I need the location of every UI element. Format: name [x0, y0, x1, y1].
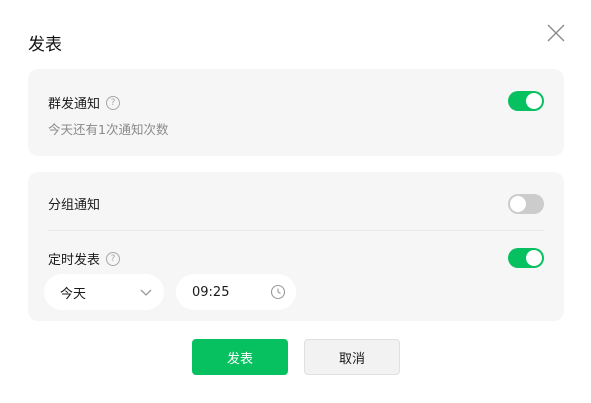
- publish-dialog: 发表 群发通知 ? 今天还有1次通知次数 分组通知 定时发表 ? 今天 09:2…: [0, 0, 591, 403]
- group-notify-card: 群发通知 ? 今天还有1次通知次数: [28, 69, 564, 156]
- group-notify-label: 群发通知: [48, 97, 101, 112]
- day-select[interactable]: 今天: [44, 274, 164, 310]
- time-picker[interactable]: 09:25: [176, 274, 296, 310]
- publish-options-card: 分组通知 定时发表 ? 今天 09:25: [28, 172, 564, 321]
- grouped-notify-toggle[interactable]: [508, 194, 544, 214]
- toggle-knob: [526, 250, 542, 266]
- scheduled-publish-toggle[interactable]: [508, 248, 544, 268]
- toggle-knob: [510, 196, 526, 212]
- grouped-notify-row: 分组通知: [48, 194, 100, 213]
- scheduled-publish-label: 定时发表: [48, 253, 101, 268]
- group-notify-row: 群发通知 ?: [48, 93, 121, 112]
- close-icon[interactable]: [544, 21, 568, 45]
- divider: [48, 230, 544, 231]
- toggle-knob: [526, 93, 542, 109]
- chevron-down-icon: [138, 284, 154, 300]
- day-select-value: 今天: [60, 286, 87, 302]
- publish-button[interactable]: 发表: [192, 339, 288, 375]
- clock-icon: [270, 284, 286, 300]
- time-picker-value: 09:25: [192, 284, 230, 300]
- help-icon[interactable]: ?: [106, 251, 121, 266]
- help-icon[interactable]: ?: [106, 95, 121, 110]
- group-notify-remaining: 今天还有1次通知次数: [48, 122, 169, 137]
- cancel-button[interactable]: 取消: [304, 339, 400, 375]
- dialog-title: 发表: [28, 35, 62, 55]
- grouped-notify-label: 分组通知: [48, 198, 101, 213]
- group-notify-toggle[interactable]: [508, 91, 544, 111]
- scheduled-publish-row: 定时发表 ?: [48, 249, 121, 268]
